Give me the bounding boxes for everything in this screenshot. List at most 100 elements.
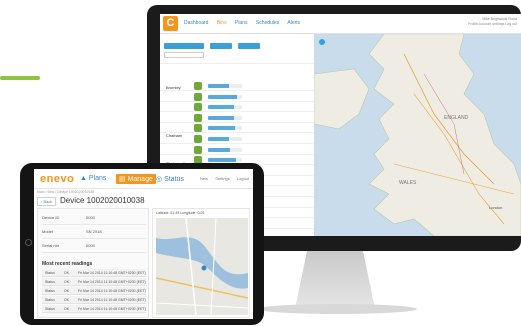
green-accent-bar bbox=[0, 76, 40, 80]
user-links[interactable]: Profile Account settings Log out bbox=[468, 22, 517, 27]
field-serial: Serial nbr 0000 bbox=[42, 243, 95, 248]
reading-row: Status OK Fri Mar 14 2014 11:10:48 GMT+020… bbox=[42, 296, 146, 304]
map-label-england: ENGLAND bbox=[444, 115, 469, 121]
breadcrumb[interactable]: Main / Bins / Device 1002020010038 bbox=[37, 190, 94, 194]
fill-level-bar-fill bbox=[208, 126, 235, 131]
bin-icon bbox=[194, 135, 202, 143]
reading-row: Status OK Fri Mar 14 2014 11:10:48 GMT+020… bbox=[42, 269, 146, 277]
map-label-london: London bbox=[489, 205, 502, 210]
status-icon: ◎ bbox=[156, 176, 165, 183]
fill-level-bar bbox=[208, 158, 242, 163]
location-coordinates: Latitude: 51.49 Longitude: 0.05 bbox=[156, 211, 205, 215]
reading-code: OK bbox=[64, 289, 70, 293]
bin-row[interactable] bbox=[160, 102, 314, 113]
nav-alerts[interactable]: Alerts bbox=[287, 20, 300, 26]
back-button[interactable]: ‹ Back bbox=[37, 197, 57, 206]
bin-row[interactable] bbox=[160, 92, 314, 102]
fill-level-bar-fill bbox=[208, 94, 238, 99]
bin-row[interactable] bbox=[160, 145, 314, 155]
fill-level-bar bbox=[208, 105, 242, 110]
reading-name: Status bbox=[45, 271, 55, 275]
filter-bar bbox=[160, 34, 314, 64]
bin-icon bbox=[194, 92, 202, 101]
tab-plans[interactable]: ▲ Plans bbox=[80, 175, 106, 182]
fill-level-bar-fill bbox=[208, 158, 236, 163]
bin-icon bbox=[194, 82, 202, 90]
imac-base bbox=[257, 304, 417, 314]
app-logo[interactable]: C bbox=[163, 16, 178, 31]
tab-status[interactable]: ◎ Status bbox=[156, 175, 184, 183]
search-input[interactable] bbox=[164, 52, 204, 58]
readings-heading: Most recent readings bbox=[42, 261, 93, 267]
back-button-label: Back bbox=[43, 199, 53, 204]
location-map-graphic bbox=[156, 218, 248, 315]
location-map[interactable] bbox=[156, 218, 248, 315]
divider bbox=[42, 238, 146, 239]
bin-row[interactable] bbox=[160, 81, 314, 91]
new-link[interactable]: New bbox=[200, 176, 208, 181]
filter-type-dropdown[interactable] bbox=[210, 43, 232, 49]
fill-level-bar bbox=[208, 126, 242, 131]
fill-level-bar-fill bbox=[208, 115, 235, 120]
reading-name: Status bbox=[45, 280, 55, 284]
settings-link[interactable]: Settings bbox=[215, 176, 229, 181]
reading-timestamp: Fri Mar 14 2014 11:10:48 GMT+0200 (EET) bbox=[78, 280, 146, 284]
filter-fill-dropdown[interactable] bbox=[238, 43, 260, 49]
bin-row[interactable] bbox=[160, 134, 314, 144]
reading-timestamp: Fri Mar 14 2014 11:10:48 GMT+0200 (EET) bbox=[78, 271, 146, 275]
tab-plans-label: Plans bbox=[88, 175, 107, 182]
reading-code: OK bbox=[64, 280, 70, 284]
bin-icon bbox=[194, 103, 202, 112]
field-device-id: Device ID 0000 bbox=[42, 215, 95, 220]
map-zoom-control[interactable] bbox=[319, 39, 325, 45]
nav-plans[interactable]: Plans bbox=[235, 20, 248, 26]
reading-code: OK bbox=[64, 307, 70, 311]
filter-site-dropdown[interactable] bbox=[164, 43, 204, 49]
map-label-wales: WALES bbox=[399, 180, 417, 186]
dashboard-header: C Dashboard Bins Plans Schedules Alerts … bbox=[160, 14, 521, 34]
imac-stand bbox=[295, 251, 375, 309]
uk-map-graphic: ENGLAND WALES London bbox=[314, 34, 521, 236]
reading-name: Status bbox=[45, 289, 55, 293]
reading-timestamp: Fri Mar 14 2014 11:10:48 GMT+0200 (EET) bbox=[78, 289, 146, 293]
fill-level-bar-fill bbox=[208, 147, 231, 152]
device-info-panel: Device ID 0000 Model SN 2018 Serial nbr 000… bbox=[37, 208, 149, 318]
reading-timestamp: Fri Mar 14 2014 11:10:48 GMT+0200 (EET) bbox=[78, 307, 146, 311]
reading-name: Status bbox=[45, 307, 55, 311]
nav-schedules[interactable]: Schedules bbox=[256, 20, 279, 26]
bin-icon bbox=[194, 145, 202, 154]
location-marker-icon[interactable] bbox=[201, 265, 207, 271]
fill-level-bar bbox=[208, 137, 242, 141]
tab-manage-label: Manage bbox=[127, 176, 153, 183]
fill-level-bar bbox=[208, 115, 242, 120]
fill-level-bar-fill bbox=[208, 105, 234, 110]
manage-icon: ▤ bbox=[119, 176, 128, 183]
tab-status-label: Status bbox=[164, 176, 184, 183]
reading-code: OK bbox=[64, 298, 70, 302]
user-menu[interactable]: Mike Brightwoat Fiona Profile Account se… bbox=[468, 17, 517, 27]
field-model: Model SN 2018 bbox=[42, 229, 102, 234]
fill-level-bar bbox=[208, 84, 242, 88]
bin-icon bbox=[194, 124, 202, 133]
nav-dashboard[interactable]: Dashboard bbox=[184, 20, 208, 26]
fill-level-bar-fill bbox=[208, 137, 230, 141]
reading-row: Status OK Fri Mar 14 2014 11:10:48 GMT+020… bbox=[42, 305, 146, 313]
header-actions: New Settings Logout bbox=[194, 176, 249, 181]
nav-bins[interactable]: Bins bbox=[217, 20, 227, 26]
page-title: Device 1002020010038 bbox=[60, 196, 145, 205]
enevo-header: enevo ▲ Plans ▤ Manage ◎ Status New Sett… bbox=[34, 169, 253, 189]
enevo-logo[interactable]: enevo bbox=[40, 173, 74, 185]
ipad-screen: enevo ▲ Plans ▤ Manage ◎ Status New Sett… bbox=[34, 169, 253, 319]
fill-level-bar bbox=[208, 94, 242, 99]
bin-row[interactable] bbox=[160, 123, 314, 134]
logout-link[interactable]: Logout bbox=[237, 176, 249, 181]
fill-level-bar-fill bbox=[208, 84, 229, 88]
uk-map[interactable]: ENGLAND WALES London bbox=[314, 34, 521, 236]
reading-row: Status OK Fri Mar 14 2014 11:10:48 GMT+020… bbox=[42, 278, 146, 286]
fill-level-bar bbox=[208, 147, 242, 152]
reading-timestamp: Fri Mar 14 2014 11:10:48 GMT+0200 (EET) bbox=[78, 298, 146, 302]
tab-manage[interactable]: ▤ Manage bbox=[116, 174, 156, 184]
reading-code: OK bbox=[64, 271, 70, 275]
bin-row[interactable] bbox=[160, 113, 314, 123]
ipad-home-button bbox=[25, 239, 32, 246]
